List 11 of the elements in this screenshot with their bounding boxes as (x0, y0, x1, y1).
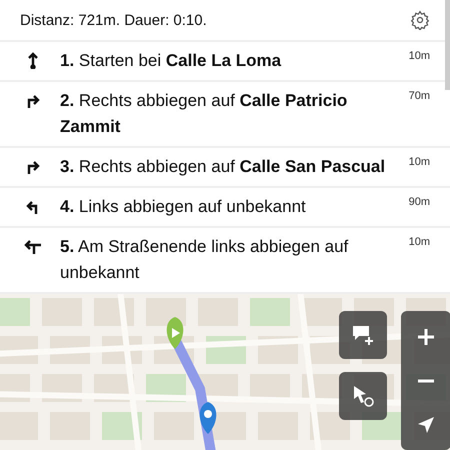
route-summary: Distanz: 721m. Dauer: 0:10. (20, 12, 207, 28)
step-distance: 70m (408, 89, 430, 102)
step-instruction[interactable]: 1. Starten bei Calle La Loma (60, 48, 390, 74)
step-instruction[interactable]: 2. Rechts abbiegen auf Calle Patricio Zammit (60, 88, 390, 140)
step-instruction[interactable]: 3. Rechts abbiegen auf Calle San Pascual (60, 154, 390, 180)
step-distance: 10m (408, 235, 430, 248)
step-distance: 90m (408, 195, 430, 208)
step-instruction[interactable]: 5. Am Straßenende links abbiegen auf unbekannt (60, 234, 390, 286)
step-distance: 10m (408, 155, 430, 168)
step-instruction[interactable]: 4. Links abbiegen auf unbekannt (60, 194, 390, 220)
step-distance: 10m (408, 49, 430, 62)
